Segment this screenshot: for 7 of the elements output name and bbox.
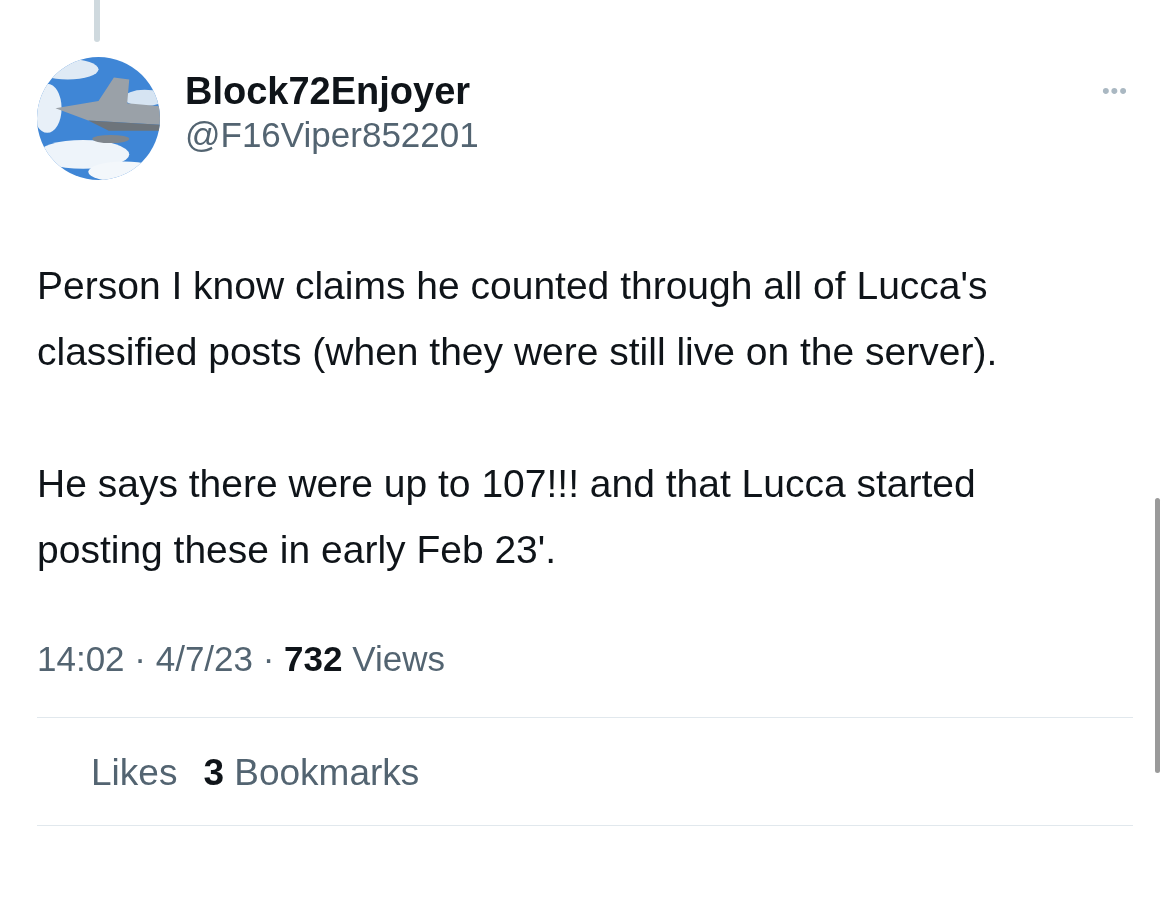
tweet-text: Person I know claims he counted through all of Lucca's classified posts (when they were still live on the server). [37,263,999,375]
engagement-count[interactable]: 3 Bookmarks [203,751,420,795]
user-handle[interactable]: @F16Viper852201 [185,115,479,155]
display-name[interactable]: Block72Enjoyer [185,70,479,113]
timestamp-views: 14:02 · 4/7/23 · 732 Views [37,639,445,678]
tweet-text: He says there were up to 107!!! and that Lucca started posting these in early Feb 23'. [37,461,977,573]
engagement-count[interactable]: Likes [91,751,178,795]
